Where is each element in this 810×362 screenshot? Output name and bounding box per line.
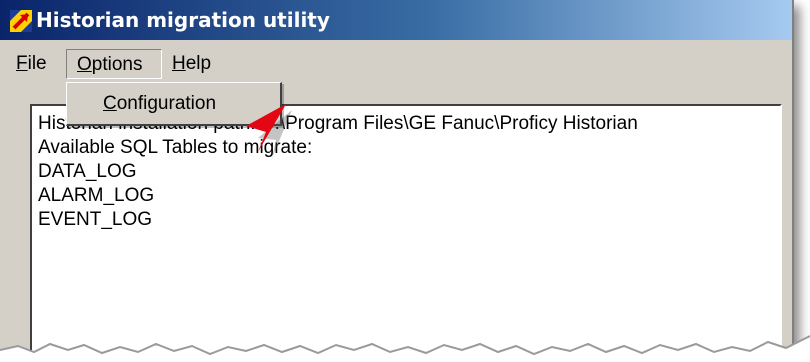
menu-help-rest: elp bbox=[185, 53, 212, 74]
title-bar[interactable]: Historian migration utility bbox=[0, 0, 792, 40]
menu-item-configuration-accel: C bbox=[103, 93, 117, 114]
output-text-area[interactable]: Historian installation path: C:\Program … bbox=[30, 104, 782, 362]
menu-help[interactable]: Help bbox=[166, 49, 217, 79]
screenshot-stage: Historian migration utility File Options… bbox=[0, 0, 810, 362]
content-line-alarm-log: ALARM_LOG bbox=[38, 185, 155, 206]
app-window: Historian migration utility File Options… bbox=[0, 0, 794, 362]
window-title: Historian migration utility bbox=[36, 8, 330, 32]
content-line-event-log: EVENT_LOG bbox=[38, 209, 153, 230]
menu-help-accel: H bbox=[172, 53, 186, 74]
menu-file-rest: ile bbox=[27, 53, 47, 74]
content-line-tables-header: Available SQL Tables to migrate: bbox=[38, 137, 313, 158]
red-pointer-arrow-icon bbox=[246, 104, 292, 158]
menu-item-configuration[interactable]: Configuration bbox=[103, 91, 216, 117]
menu-file-accel: F bbox=[16, 53, 28, 74]
menu-options-rest: ptions bbox=[91, 54, 143, 75]
content-line-data-log: DATA_LOG bbox=[38, 161, 137, 182]
menu-file[interactable]: File bbox=[10, 49, 53, 79]
torn-paper-edge bbox=[0, 335, 810, 362]
menu-item-configuration-rest: onfiguration bbox=[116, 93, 217, 114]
menu-options-accel: O bbox=[77, 54, 92, 75]
menu-options[interactable]: Options bbox=[66, 49, 162, 79]
historian-app-icon bbox=[10, 10, 32, 32]
